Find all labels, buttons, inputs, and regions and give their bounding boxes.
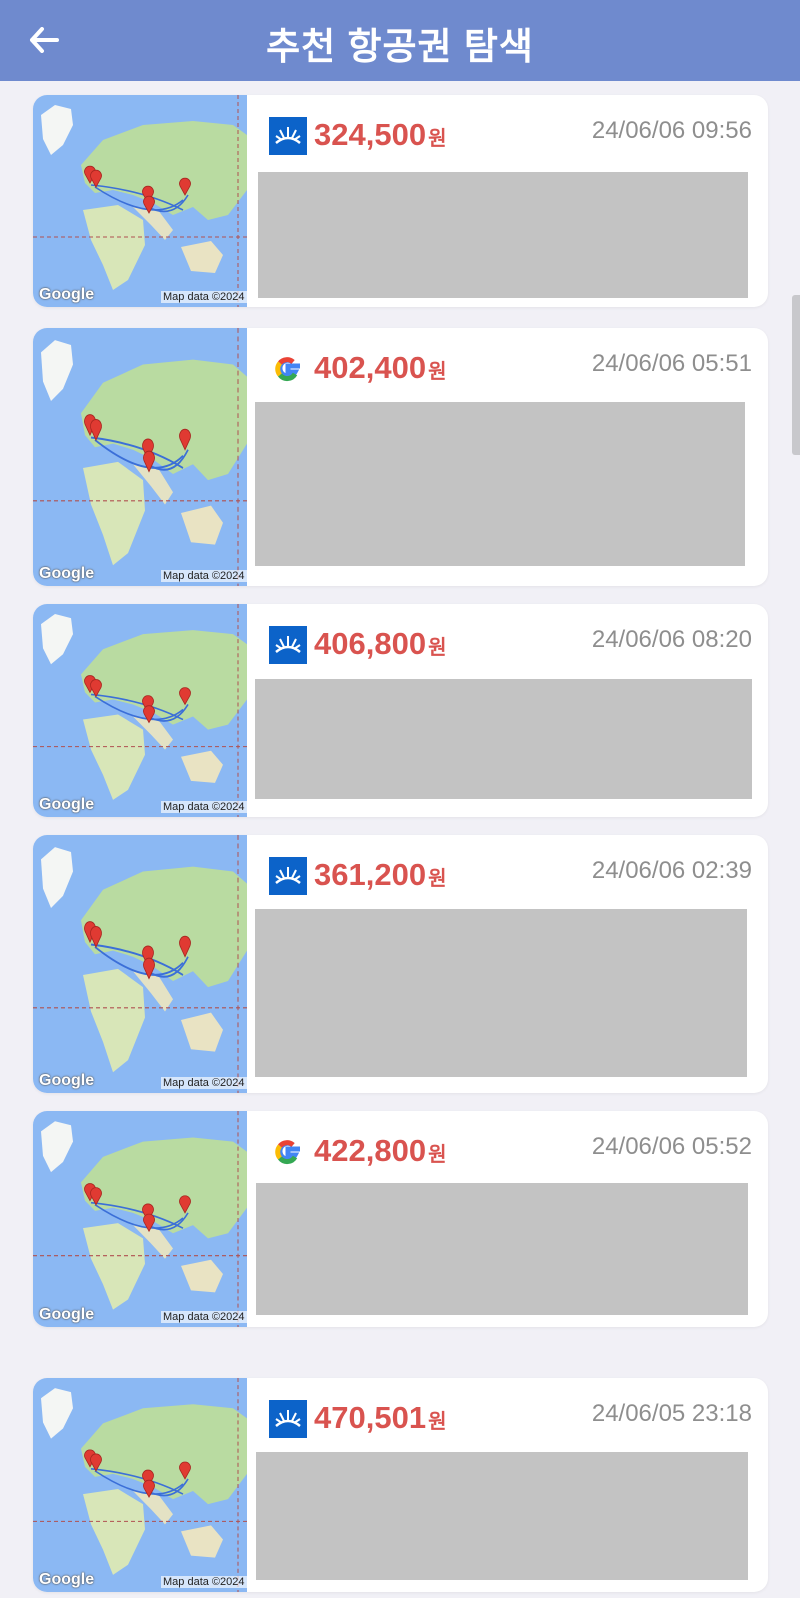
- google-map-logo: Google: [39, 1571, 95, 1588]
- app-header: 추천 항공권 탐색: [0, 0, 800, 81]
- scrollbar[interactable]: [792, 295, 800, 455]
- google-logo-icon: [269, 1133, 307, 1171]
- flight-card[interactable]: Google Map data ©2024 402,400 원 24/06/06 …: [33, 328, 768, 586]
- search-datetime: 24/06/06 05:52: [591, 1133, 752, 1160]
- greenland-landmass: [41, 340, 73, 402]
- sunrise-airline-logo-icon: [269, 626, 307, 664]
- greenland-landmass: [41, 1121, 73, 1173]
- route-map: Google Map data ©2024: [33, 328, 247, 586]
- google-map-logo: Google: [39, 1306, 95, 1323]
- route-map: Google Map data ©2024: [33, 1111, 247, 1327]
- sunrise-airline-logo-icon: [269, 1400, 307, 1438]
- eurasia-landmass: [81, 359, 247, 481]
- eurasia-landmass: [81, 630, 247, 730]
- search-datetime: 24/06/05 23:18: [591, 1400, 752, 1427]
- price: 324,500 원: [314, 117, 447, 152]
- price: 422,800 원: [314, 1133, 447, 1168]
- flight-card[interactable]: Google Map data ©2024 406,800 원 24/06/06 …: [33, 604, 768, 817]
- africa-landmass: [83, 714, 145, 800]
- route-details-placeholder: [255, 679, 752, 799]
- africa-landmass: [83, 1489, 145, 1575]
- australia-landmass: [181, 241, 223, 273]
- price: 470,501 원: [314, 1400, 447, 1435]
- sunrise-airline-logo-icon: [269, 857, 307, 895]
- eurasia-landmass: [81, 121, 247, 220]
- route-details-placeholder: [258, 172, 748, 298]
- price: 361,200 원: [314, 857, 447, 892]
- africa-landmass: [83, 461, 145, 566]
- map-data-label: Map data ©2024: [161, 801, 247, 813]
- map-data-label: Map data ©2024: [161, 1576, 247, 1588]
- australia-landmass: [181, 1259, 223, 1293]
- google-map-logo: Google: [39, 796, 95, 813]
- greenland-landmass: [41, 614, 73, 665]
- africa-landmass: [83, 1223, 145, 1310]
- google-map-logo: Google: [39, 1072, 95, 1089]
- australia-landmass: [181, 1012, 223, 1052]
- greenland-landmass: [41, 1388, 73, 1439]
- map-data-label: Map data ©2024: [161, 291, 247, 303]
- greenland-landmass: [41, 105, 73, 155]
- australia-landmass: [181, 1525, 223, 1558]
- flight-card[interactable]: Google Map data ©2024 324,500 원 24/06/06 …: [33, 95, 768, 307]
- google-map-logo: Google: [39, 565, 95, 582]
- route-details-placeholder: [256, 1183, 748, 1315]
- route-map: Google Map data ©2024: [33, 1378, 247, 1592]
- google-map-logo: Google: [39, 286, 95, 303]
- map-data-label: Map data ©2024: [161, 570, 247, 582]
- route-map: Google Map data ©2024: [33, 835, 247, 1093]
- eurasia-landmass: [81, 1404, 247, 1505]
- australia-landmass: [181, 505, 223, 545]
- africa-landmass: [83, 205, 145, 290]
- greenland-landmass: [41, 847, 73, 909]
- search-datetime: 24/06/06 05:51: [591, 350, 752, 377]
- flight-card[interactable]: Google Map data ©2024 361,200 원 24/06/06 …: [33, 835, 768, 1093]
- search-datetime: 24/06/06 08:20: [591, 626, 752, 653]
- australia-landmass: [181, 750, 223, 783]
- price: 402,400 원: [314, 350, 447, 385]
- price: 406,800 원: [314, 626, 447, 661]
- map-data-label: Map data ©2024: [161, 1077, 247, 1089]
- flight-card[interactable]: Google Map data ©2024 422,800 원 24/06/06 …: [33, 1111, 768, 1327]
- eurasia-landmass: [81, 1137, 247, 1239]
- route-map: Google Map data ©2024: [33, 95, 247, 307]
- route-map: Google Map data ©2024: [33, 604, 247, 817]
- sunrise-airline-logo-icon: [269, 117, 307, 155]
- route-details-placeholder: [256, 1452, 748, 1580]
- flight-card[interactable]: Google Map data ©2024 470,501 원 24/06/05 …: [33, 1378, 768, 1592]
- google-logo-icon: [269, 350, 307, 388]
- africa-landmass: [83, 968, 145, 1073]
- eurasia-landmass: [81, 866, 247, 988]
- map-data-label: Map data ©2024: [161, 1311, 247, 1323]
- route-details-placeholder: [255, 402, 745, 566]
- search-datetime: 24/06/06 02:39: [591, 857, 752, 884]
- page-title: 추천 항공권 탐색: [266, 26, 534, 67]
- route-details-placeholder: [255, 909, 747, 1077]
- search-datetime: 24/06/06 09:56: [591, 117, 752, 144]
